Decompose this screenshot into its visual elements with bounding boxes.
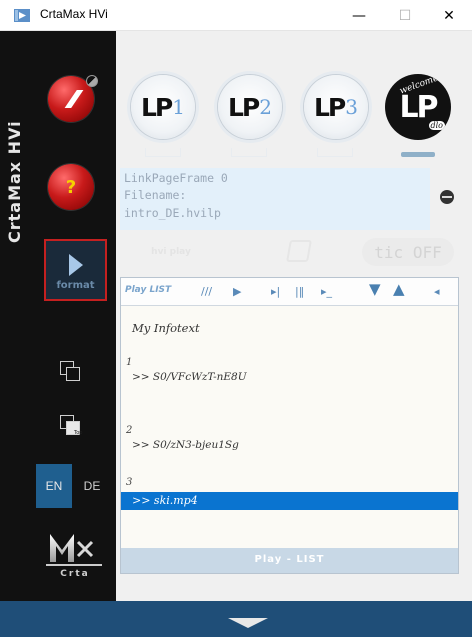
lp1-number: 1 <box>172 95 185 119</box>
info-line-filename: intro_DE.hvilp <box>124 206 221 220</box>
playlist-content: My Infotext 1 >> S0/VFcWzT-nE8U 2 >> S0/… <box>121 307 458 547</box>
tic-toggle-button[interactable]: tic OFF <box>362 238 454 266</box>
hvi-play-button[interactable]: hvi play <box>138 238 204 266</box>
skip-icon[interactable]: ▸| <box>271 284 280 300</box>
lines-icon[interactable]: /// <box>201 284 212 300</box>
playlist-panel: Play LIST /// ▶ ▸| |‖ ▸_ ▼ ▲ ◂ My Infote… <box>120 277 459 574</box>
info-line-frame: LinkPageFrame 0 <box>124 171 228 185</box>
lp2-button[interactable]: LP 2 <box>218 75 282 139</box>
entry-number: 3 <box>126 477 133 488</box>
move-down-icon[interactable]: ▼ <box>369 281 381 297</box>
lang-de-button[interactable]: DE <box>74 464 110 508</box>
copy-top-icon[interactable]: Top <box>60 415 82 437</box>
brand-logo-vertical: CrtaMax HVi <box>5 120 24 243</box>
lp3-indicator <box>317 148 353 157</box>
format-button[interactable]: format <box>44 239 107 301</box>
lp1-button[interactable]: LP 1 <box>131 75 195 139</box>
toggle-switch-icon[interactable] <box>440 190 454 204</box>
playlist-toolbar: Play LIST /// ▶ ▸| |‖ ▸_ ▼ ▲ ◂ <box>121 278 458 306</box>
svg-text:Crta: Crta <box>60 569 89 578</box>
lp2-indicator <box>231 148 267 157</box>
back-icon[interactable]: ◂ <box>434 284 440 300</box>
play-icon[interactable]: ▶ <box>233 284 241 300</box>
entry-number: 1 <box>126 357 133 368</box>
lp3-number: 3 <box>345 95 358 119</box>
window-title: CrtaMax HVi <box>40 7 108 21</box>
entry-number: 2 <box>126 425 133 436</box>
svg-text:CrtaMax HVi: CrtaMax HVi <box>5 120 24 243</box>
info-line-filename-label: Filename: <box>124 188 187 202</box>
list-item-selected[interactable]: >> ski.mp4 <box>121 492 458 510</box>
list-item-label: >> ski.mp4 <box>132 494 198 507</box>
format-label: format <box>56 279 95 291</box>
play-line-icon[interactable]: ▸_ <box>321 284 332 300</box>
playlist-footer-label: Play - LIST <box>254 554 325 565</box>
lp2-label: LP <box>228 92 260 122</box>
lp3-button[interactable]: LP 3 <box>304 75 368 139</box>
maximize-button[interactable]: ☐ <box>382 0 428 31</box>
lp3-label: LP <box>314 92 346 122</box>
lp1-label: LP <box>141 92 173 122</box>
mini-toggle-icon[interactable] <box>86 75 98 87</box>
list-item[interactable]: >> S0/zN3-bjeu1Sg <box>132 439 239 451</box>
minimize-button[interactable]: — <box>336 0 382 31</box>
info-panel: LinkPageFrame 0 Filename: intro_DE.hvilp <box>120 168 430 230</box>
playlist-footer[interactable]: Play - LIST <box>121 548 458 573</box>
copy-window-icon[interactable] <box>60 361 82 383</box>
welcome-sub: dlo <box>428 121 445 130</box>
bottom-bar[interactable] <box>0 601 472 637</box>
bars-icon[interactable]: |‖ <box>295 284 304 300</box>
lp2-number: 2 <box>259 95 272 119</box>
playlist-info-title: My Infotext <box>132 321 200 335</box>
sidebar: CrtaMax HVi /// ? format Top EN DE Crta <box>0 31 116 629</box>
app-icon <box>14 9 30 22</box>
lang-en-button[interactable]: EN <box>36 464 72 508</box>
play-arrow-icon <box>68 253 83 276</box>
playlist-logo: Play LIST <box>125 285 172 295</box>
close-button[interactable]: ✕ <box>426 0 472 31</box>
bag-icon[interactable] <box>286 240 312 262</box>
move-up-icon[interactable]: ▲ <box>393 281 405 297</box>
help-button[interactable]: ? <box>48 164 94 210</box>
crtamax-logo: Crta <box>46 534 102 578</box>
chevron-down-icon[interactable] <box>228 618 268 628</box>
question-icon: ? <box>65 176 77 198</box>
top-label: Top <box>74 430 83 436</box>
list-item[interactable]: >> S0/VFcWzT-nE8U <box>132 371 247 383</box>
title-bar: CrtaMax HVi — ☐ ✕ <box>0 0 472 31</box>
lp-welcome-indicator <box>401 152 435 157</box>
app-window: CrtaMax HVi — ☐ ✕ CrtaMax HVi /// ? form… <box>0 0 472 637</box>
lp-welcome-button[interactable]: welcome LP dlo <box>385 74 451 140</box>
lp1-indicator <box>145 148 181 157</box>
